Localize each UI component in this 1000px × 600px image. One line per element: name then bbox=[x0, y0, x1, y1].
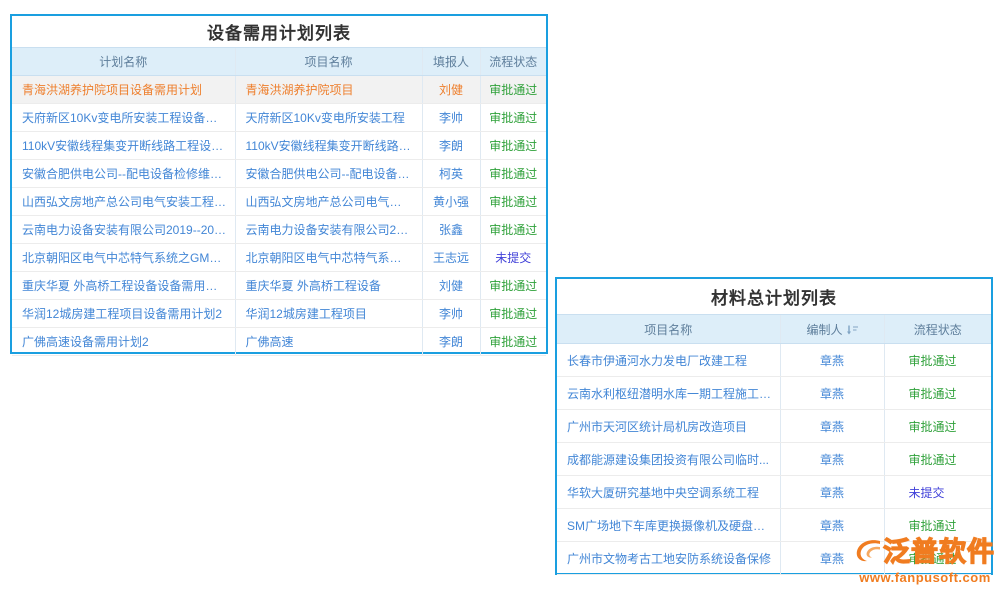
compiler-cell: 章燕 bbox=[780, 509, 884, 542]
compiler-cell: 章燕 bbox=[780, 476, 884, 509]
reporter-cell: 李朗 bbox=[422, 328, 480, 356]
status-cell: 审批通过 bbox=[884, 443, 991, 476]
equipment-header-row: 计划名称 项目名称 填报人 流程状态 bbox=[12, 48, 546, 76]
reporter-cell: 李帅 bbox=[422, 300, 480, 328]
project-name-cell[interactable]: 华软大厦研究基地中央空调系统工程 bbox=[557, 476, 780, 509]
status-cell: 审批通过 bbox=[480, 76, 546, 104]
status-cell: 审批通过 bbox=[480, 104, 546, 132]
compiler-cell: 章燕 bbox=[780, 443, 884, 476]
project-name-cell[interactable]: 北京朝阳区电气中芯特气系统之GM... bbox=[235, 244, 422, 272]
status-cell: 审批通过 bbox=[884, 542, 991, 575]
dashboard-page: 设备需用计划列表 计划名称 项目名称 填报人 流程状态 青海洪湖养护院项目设备需… bbox=[0, 0, 1000, 600]
material-header-row: 项目名称 编制人 流程状态 bbox=[557, 315, 991, 344]
reporter-cell: 王志远 bbox=[422, 244, 480, 272]
table-row[interactable]: 天府新区10Kv变电所安装工程设备需用计划 天府新区10Kv变电所安装工程 李帅… bbox=[12, 104, 546, 132]
project-name-cell[interactable]: 广佛高速 bbox=[235, 328, 422, 356]
reporter-cell: 黄小强 bbox=[422, 188, 480, 216]
reporter-cell: 柯英 bbox=[422, 160, 480, 188]
status-cell: 审批通过 bbox=[480, 328, 546, 356]
table-row[interactable]: 华软大厦研究基地中央空调系统工程 章燕 未提交 bbox=[557, 476, 991, 509]
table-row[interactable]: 广佛高速设备需用计划2 广佛高速 李朗 审批通过 bbox=[12, 328, 546, 356]
project-name-cell[interactable]: 山西弘文房地产总公司电气安装工程 bbox=[235, 188, 422, 216]
equipment-demand-plan-table: 设备需用计划列表 计划名称 项目名称 填报人 流程状态 青海洪湖养护院项目设备需… bbox=[10, 14, 548, 354]
plan-name-cell[interactable]: 广佛高速设备需用计划2 bbox=[12, 328, 235, 356]
plan-name-cell[interactable]: 北京朝阳区电气中芯特气系统之GMS安装设备... bbox=[12, 244, 235, 272]
project-name-cell[interactable]: 广州市天河区统计局机房改造项目 bbox=[557, 410, 780, 443]
project-name-cell[interactable]: 云南水利枢纽潜明水库一期工程施工I标 bbox=[557, 377, 780, 410]
table-row[interactable]: 北京朝阳区电气中芯特气系统之GMS安装设备... 北京朝阳区电气中芯特气系统之G… bbox=[12, 244, 546, 272]
table-row[interactable]: 广州市文物考古工地安防系统设备保修 章燕 审批通过 bbox=[557, 542, 991, 575]
table-row[interactable]: 云南电力设备安装有限公司2019--2020年度劳... 云南电力设备安装有限公… bbox=[12, 216, 546, 244]
compiler-cell: 章燕 bbox=[780, 377, 884, 410]
plan-name-cell[interactable]: 云南电力设备安装有限公司2019--2020年度劳... bbox=[12, 216, 235, 244]
compiler-cell: 章燕 bbox=[780, 410, 884, 443]
table-row[interactable]: 广州市天河区统计局机房改造项目 章燕 审批通过 bbox=[557, 410, 991, 443]
table-row[interactable]: 青海洪湖养护院项目设备需用计划 青海洪湖养护院项目 刘健 审批通过 bbox=[12, 76, 546, 104]
reporter-cell: 刘健 bbox=[422, 76, 480, 104]
table-row[interactable]: 长春市伊通河水力发电厂改建工程 章燕 审批通过 bbox=[557, 344, 991, 377]
plan-name-cell[interactable]: 安徽合肥供电公司--配电设备检修维护和改造... bbox=[12, 160, 235, 188]
project-name-cell[interactable]: 青海洪湖养护院项目 bbox=[235, 76, 422, 104]
status-cell: 审批通过 bbox=[480, 160, 546, 188]
column-header-project-name[interactable]: 项目名称 bbox=[557, 315, 780, 344]
status-cell: 审批通过 bbox=[884, 410, 991, 443]
table-row[interactable]: 山西弘文房地产总公司电气安装工程设备需用... 山西弘文房地产总公司电气安装工程… bbox=[12, 188, 546, 216]
status-cell: 审批通过 bbox=[884, 509, 991, 542]
column-header-compiler-label: 编制人 bbox=[806, 323, 842, 337]
reporter-cell: 刘健 bbox=[422, 272, 480, 300]
table-row[interactable]: SM广场地下车库更换摄像机及硬盘项目 章燕 审批通过 bbox=[557, 509, 991, 542]
material-total-plan-table: 材料总计划列表 项目名称 编制人 流程状态 长春市伊通河水力发电厂改建工程 章燕… bbox=[555, 277, 993, 575]
project-name-cell[interactable]: 广州市文物考古工地安防系统设备保修 bbox=[557, 542, 780, 575]
column-header-project-name[interactable]: 项目名称 bbox=[235, 48, 422, 76]
project-name-cell[interactable]: 云南电力设备安装有限公司2019--2... bbox=[235, 216, 422, 244]
plan-name-cell[interactable]: 110kV安徽线程集变开断线路工程设备需用计划 bbox=[12, 132, 235, 160]
column-header-compiler[interactable]: 编制人 bbox=[780, 315, 884, 344]
plan-name-cell[interactable]: 青海洪湖养护院项目设备需用计划 bbox=[12, 76, 235, 104]
project-name-cell[interactable]: SM广场地下车库更换摄像机及硬盘项目 bbox=[557, 509, 780, 542]
project-name-cell[interactable]: 安徽合肥供电公司--配电设备检修维... bbox=[235, 160, 422, 188]
status-cell: 审批通过 bbox=[480, 216, 546, 244]
project-name-cell[interactable]: 天府新区10Kv变电所安装工程 bbox=[235, 104, 422, 132]
reporter-cell: 张鑫 bbox=[422, 216, 480, 244]
column-header-status[interactable]: 流程状态 bbox=[884, 315, 991, 344]
table-row[interactable]: 云南水利枢纽潜明水库一期工程施工I标 章燕 审批通过 bbox=[557, 377, 991, 410]
status-cell: 未提交 bbox=[480, 244, 546, 272]
material-table-title: 材料总计划列表 bbox=[557, 279, 991, 314]
table-row[interactable]: 成都能源建设集团投资有限公司临时... 章燕 审批通过 bbox=[557, 443, 991, 476]
sort-icon[interactable] bbox=[847, 324, 858, 338]
table-row[interactable]: 安徽合肥供电公司--配电设备检修维护和改造... 安徽合肥供电公司--配电设备检… bbox=[12, 160, 546, 188]
material-table: 项目名称 编制人 流程状态 长春市伊通河水力发电厂改建工程 章燕 审批通过 云南… bbox=[557, 314, 991, 575]
plan-name-cell[interactable]: 重庆华夏 外高桥工程设备设备需用计划 bbox=[12, 272, 235, 300]
status-cell: 审批通过 bbox=[480, 188, 546, 216]
status-cell: 审批通过 bbox=[480, 272, 546, 300]
reporter-cell: 李朗 bbox=[422, 132, 480, 160]
status-cell: 未提交 bbox=[884, 476, 991, 509]
status-cell: 审批通过 bbox=[480, 132, 546, 160]
compiler-cell: 章燕 bbox=[780, 542, 884, 575]
equipment-table-title: 设备需用计划列表 bbox=[12, 16, 546, 47]
table-row[interactable]: 重庆华夏 外高桥工程设备设备需用计划 重庆华夏 外高桥工程设备 刘健 审批通过 bbox=[12, 272, 546, 300]
plan-name-cell[interactable]: 华润12城房建工程项目设备需用计划2 bbox=[12, 300, 235, 328]
table-row[interactable]: 110kV安徽线程集变开断线路工程设备需用计划 110kV安徽线程集变开断线路工… bbox=[12, 132, 546, 160]
status-cell: 审批通过 bbox=[480, 300, 546, 328]
equipment-table: 计划名称 项目名称 填报人 流程状态 青海洪湖养护院项目设备需用计划 青海洪湖养… bbox=[12, 47, 546, 356]
plan-name-cell[interactable]: 天府新区10Kv变电所安装工程设备需用计划 bbox=[12, 104, 235, 132]
status-cell: 审批通过 bbox=[884, 344, 991, 377]
column-header-plan-name[interactable]: 计划名称 bbox=[12, 48, 235, 76]
column-header-status[interactable]: 流程状态 bbox=[480, 48, 546, 76]
plan-name-cell[interactable]: 山西弘文房地产总公司电气安装工程设备需用... bbox=[12, 188, 235, 216]
reporter-cell: 李帅 bbox=[422, 104, 480, 132]
project-name-cell[interactable]: 华润12城房建工程项目 bbox=[235, 300, 422, 328]
project-name-cell[interactable]: 重庆华夏 外高桥工程设备 bbox=[235, 272, 422, 300]
status-cell: 审批通过 bbox=[884, 377, 991, 410]
table-row[interactable]: 华润12城房建工程项目设备需用计划2 华润12城房建工程项目 李帅 审批通过 bbox=[12, 300, 546, 328]
compiler-cell: 章燕 bbox=[780, 344, 884, 377]
project-name-cell[interactable]: 成都能源建设集团投资有限公司临时... bbox=[557, 443, 780, 476]
project-name-cell[interactable]: 110kV安徽线程集变开断线路工程 bbox=[235, 132, 422, 160]
column-header-reporter[interactable]: 填报人 bbox=[422, 48, 480, 76]
project-name-cell[interactable]: 长春市伊通河水力发电厂改建工程 bbox=[557, 344, 780, 377]
